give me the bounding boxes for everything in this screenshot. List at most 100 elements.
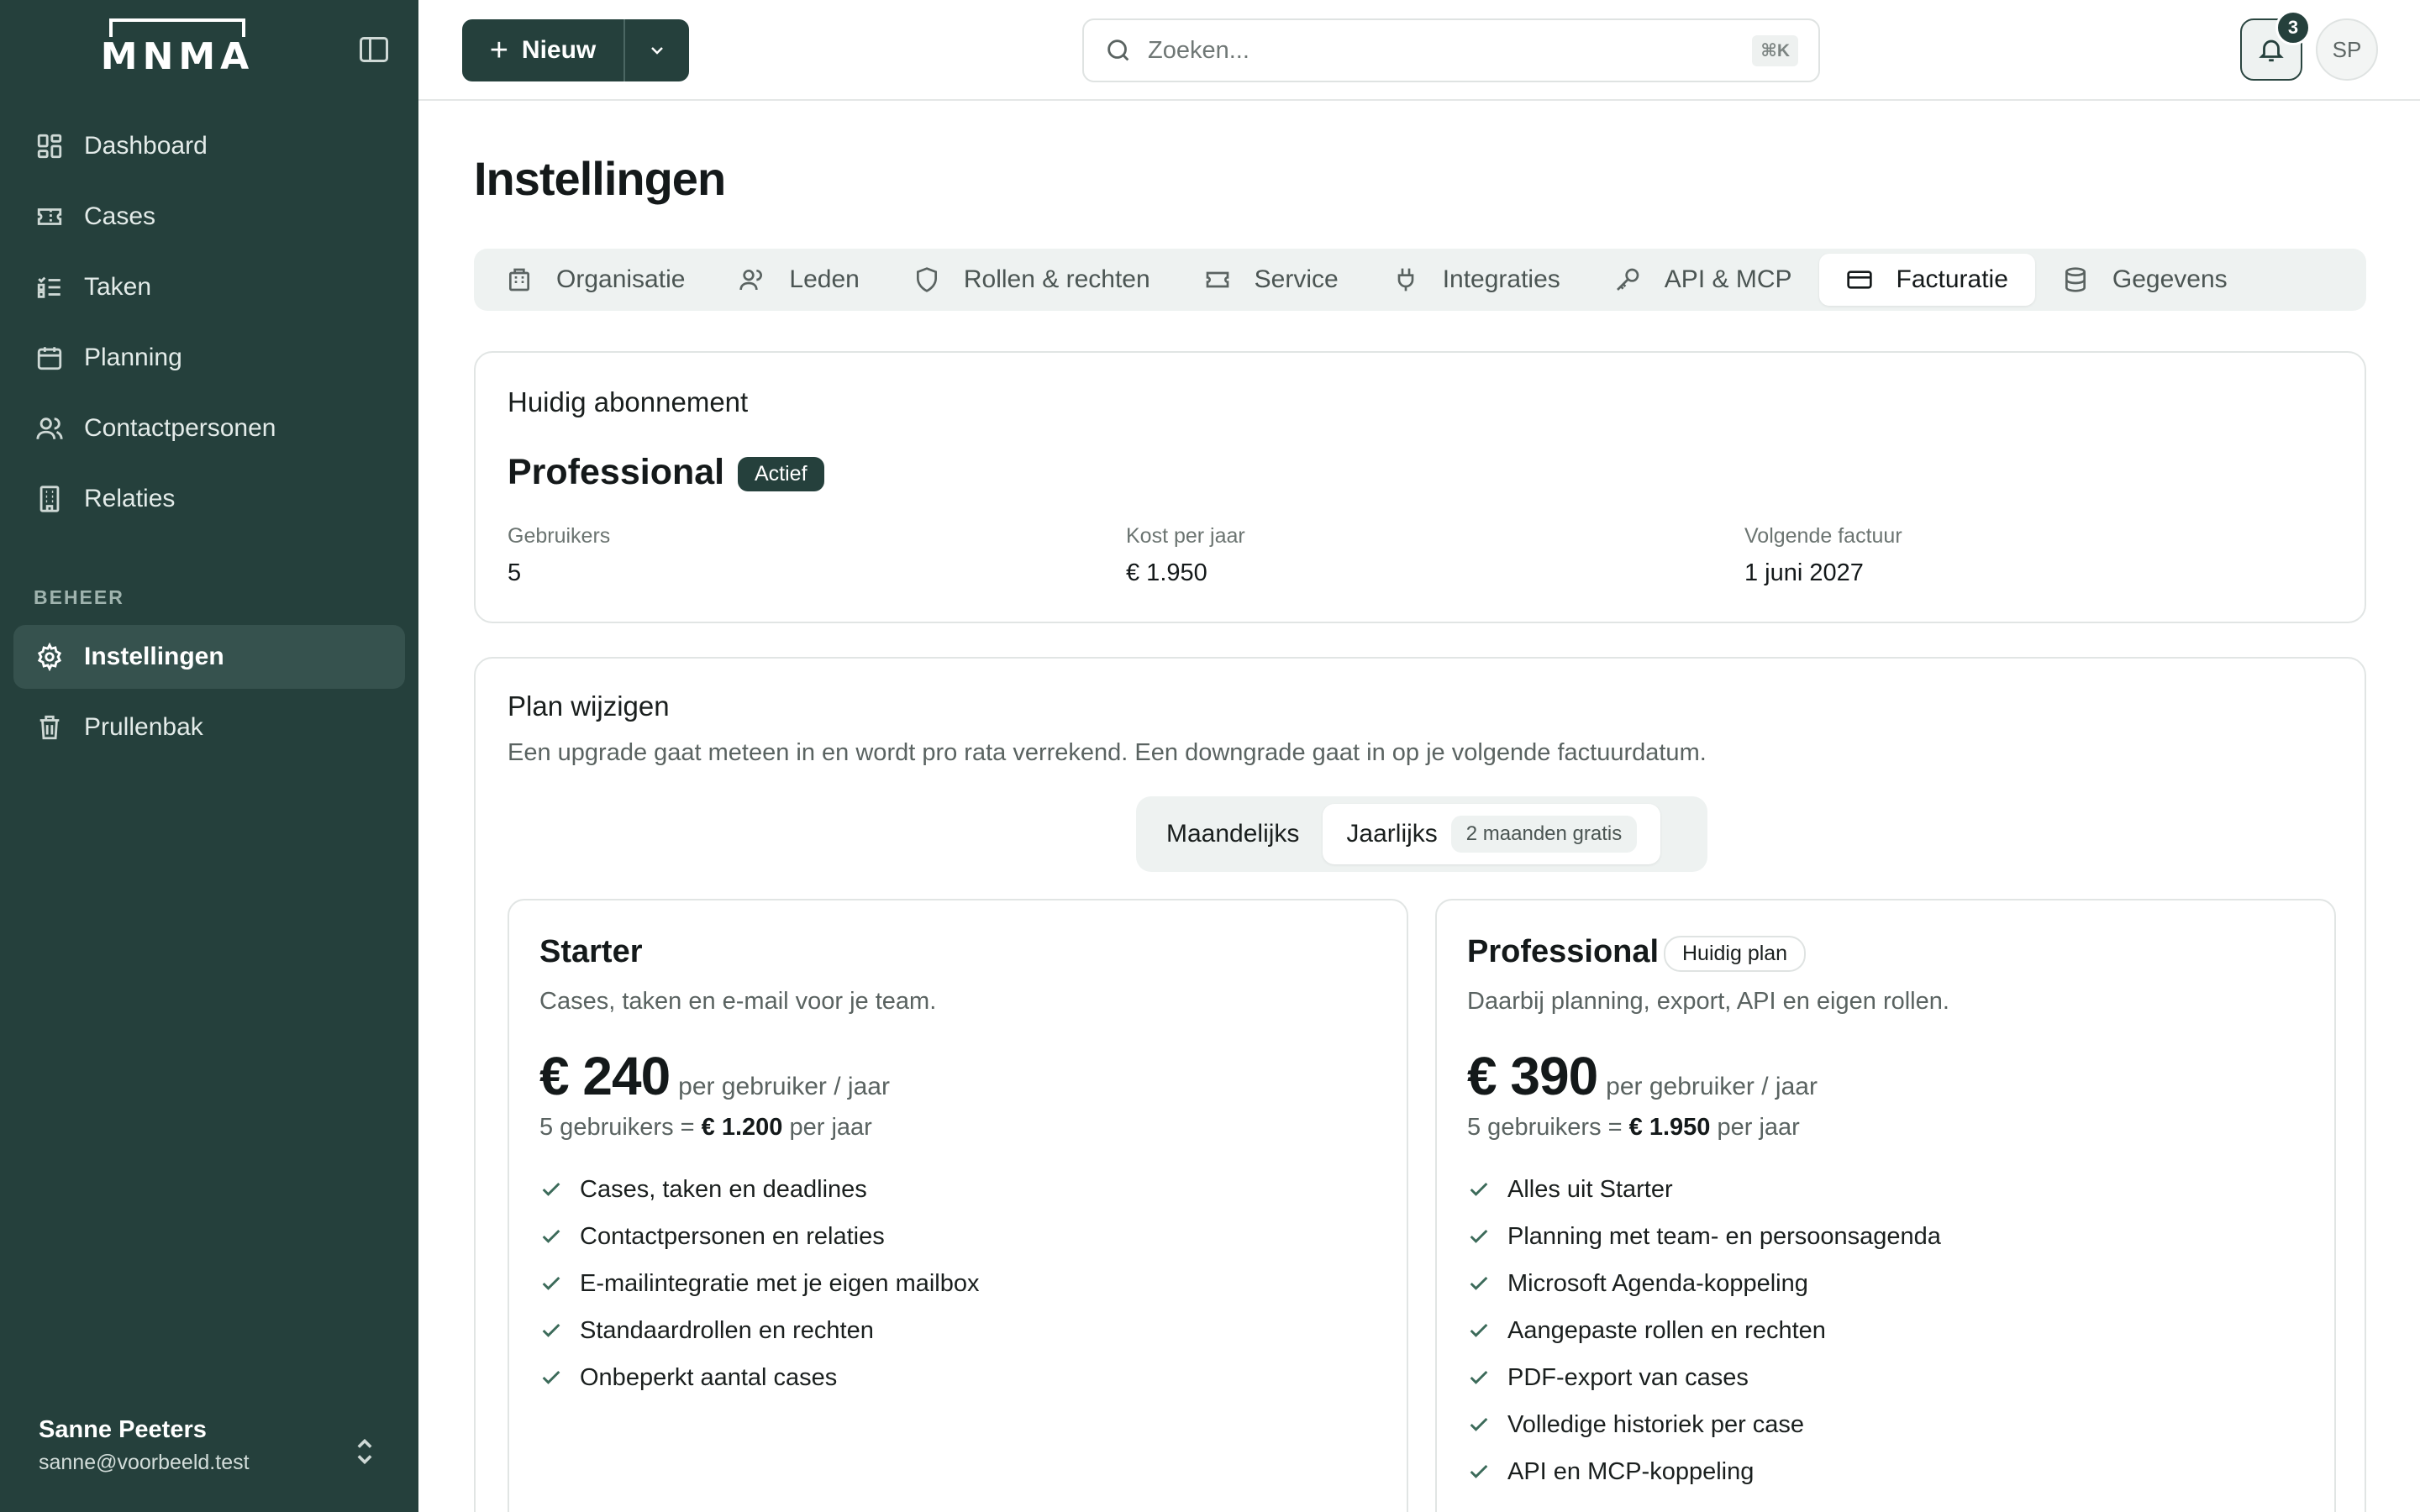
- yearly-discount-badge: 2 maanden gratis: [1450, 816, 1638, 853]
- tab-api-mcp[interactable]: API & MCP: [1587, 254, 1819, 306]
- plan-total: 5 gebruikers = € 1.950 per jaar: [1467, 1114, 1800, 1142]
- sidebar-item-label: Cases: [84, 202, 156, 230]
- sidebar-item-taken[interactable]: Taken: [13, 255, 405, 319]
- plan-total-amount: € 1.950: [1628, 1114, 1711, 1141]
- check-icon: [542, 1182, 560, 1196]
- calendar-icon: [37, 347, 62, 370]
- plan-total-prefix: 5 gebruikers =: [539, 1114, 695, 1141]
- new-button-label: Nieuw: [521, 36, 597, 64]
- plan-price: € 390 per gebruiker / jaar: [1467, 1045, 1818, 1107]
- list-item: Contactpersonen en relaties: [539, 1213, 980, 1260]
- list-item: API en MCP-koppeling: [1467, 1448, 1941, 1495]
- plan-price-amount: € 390: [1467, 1046, 1598, 1106]
- sidebar-item-label: Taken: [84, 273, 152, 301]
- main-nav: Dashboard Cases Taken Planning Contactpe…: [13, 114, 405, 538]
- tab-leden[interactable]: Leden: [712, 254, 886, 306]
- tab-label: API & MCP: [1664, 265, 1792, 293]
- feature-label: PDF-export van cases: [1507, 1363, 1749, 1391]
- toggle-yearly[interactable]: Jaarlijks 2 maanden gratis: [1323, 804, 1661, 864]
- check-icon: [1470, 1464, 1488, 1478]
- building-icon: [509, 268, 529, 291]
- plan-price: € 240 per gebruiker / jaar: [539, 1045, 890, 1107]
- list-item: Volledige historiek per case: [1467, 1401, 1941, 1448]
- check-icon: [542, 1229, 560, 1243]
- list-item: E-mailintegratie met je eigen mailbox: [539, 1260, 980, 1307]
- check-icon: [1470, 1276, 1488, 1290]
- check-icon: [1470, 1323, 1488, 1337]
- plan-card-starter[interactable]: Starter Cases, taken en e-mail voor je t…: [508, 899, 1408, 1512]
- tab-facturatie[interactable]: Facturatie: [1818, 254, 2035, 306]
- sidebar-item-planning[interactable]: Planning: [13, 326, 405, 390]
- new-dropdown-button[interactable]: [625, 19, 689, 81]
- user-menu[interactable]: Sanne Peeters sanne@voorbeeld.test: [39, 1416, 250, 1475]
- sidebar-item-prullenbak[interactable]: Prullenbak: [13, 696, 405, 759]
- plan-total-suffix: per jaar: [1717, 1114, 1800, 1141]
- gear-icon: [37, 643, 62, 671]
- stat-value-users: 5: [508, 559, 522, 586]
- sidebar-item-dashboard[interactable]: Dashboard: [13, 114, 405, 178]
- sidebar-item-label: Planning: [84, 344, 182, 371]
- new-button[interactable]: + Nieuw: [462, 19, 625, 81]
- check-icon: [542, 1276, 560, 1290]
- stat-value-next-invoice: 1 juni 2027: [1744, 559, 1864, 586]
- tab-rollen-rechten[interactable]: Rollen & rechten: [886, 254, 1177, 306]
- sidebar-item-label: Relaties: [84, 485, 176, 512]
- check-icon: [1470, 1370, 1488, 1384]
- feature-label: E-mailintegratie met je eigen mailbox: [580, 1269, 980, 1297]
- feature-label: Volledige historiek per case: [1507, 1410, 1805, 1438]
- sidebar-item-cases[interactable]: Cases: [13, 185, 405, 249]
- list-item: Cases, taken en deadlines: [539, 1166, 980, 1213]
- feature-label: Alles uit Starter: [1507, 1175, 1673, 1203]
- tab-service[interactable]: Service: [1177, 254, 1365, 306]
- sidebar-item-instellingen[interactable]: Instellingen: [13, 625, 405, 689]
- database-icon: [2065, 267, 2086, 292]
- users-icon: [739, 270, 763, 291]
- sidebar-item-label: Instellingen: [84, 643, 224, 670]
- tab-label: Leden: [789, 265, 860, 293]
- chevron-down-icon: [651, 47, 663, 55]
- trash-icon: [39, 715, 60, 740]
- change-plan-card: Plan wijzigen Een upgrade gaat meteen in…: [474, 657, 2366, 1512]
- shield-icon: [916, 267, 937, 292]
- settings-tabs: Organisatie Leden Rollen & rechten Servi…: [474, 249, 2366, 311]
- building-icon: [39, 486, 60, 512]
- tab-gegevens[interactable]: Gegevens: [2035, 254, 2254, 306]
- list-item: Planning met team- en persoonsagenda: [1467, 1213, 1941, 1260]
- user-email: sanne@voorbeeld.test: [39, 1451, 250, 1474]
- current-plan-badge: Huidig plan: [1664, 936, 1807, 972]
- plan-total-suffix: per jaar: [789, 1114, 872, 1141]
- sidebar-toggle-icon[interactable]: [360, 37, 388, 62]
- chevron-up-down-icon[interactable]: [353, 1436, 376, 1467]
- tab-organisatie[interactable]: Organisatie: [479, 254, 712, 306]
- new-button-group: + Nieuw: [462, 19, 689, 81]
- feature-label: API en MCP-koppeling: [1507, 1457, 1754, 1485]
- stat-label-cost: Kost per jaar: [1126, 524, 1245, 548]
- list-item: Onbeperkt aantal cases: [539, 1354, 980, 1401]
- avatar[interactable]: SP: [2316, 18, 2378, 81]
- sidebar-item-contactpersonen[interactable]: Contactpersonen: [13, 396, 405, 460]
- current-plan-name: Professional: [508, 452, 725, 492]
- plan-price-unit: per gebruiker / jaar: [1606, 1073, 1818, 1100]
- app-logo[interactable]: MNMA: [100, 18, 255, 82]
- feature-label: Onbeperkt aantal cases: [580, 1363, 838, 1391]
- toggle-monthly[interactable]: Maandelijks: [1143, 804, 1323, 864]
- tab-label: Service: [1254, 265, 1339, 293]
- plan-feature-list: Cases, taken en deadlines Contactpersone…: [539, 1166, 980, 1401]
- tab-integraties[interactable]: Integraties: [1365, 254, 1587, 306]
- check-icon: [1470, 1417, 1488, 1431]
- stat-value-cost: € 1.950: [1126, 559, 1207, 586]
- plan-feature-list: Alles uit Starter Planning met team- en …: [1467, 1166, 1941, 1495]
- change-plan-subtitle: Een upgrade gaat meteen in en wordt pro …: [508, 739, 1707, 766]
- page-title: Instellingen: [474, 152, 726, 205]
- current-subscription-card: Huidig abonnement Professional Actief Ge…: [474, 351, 2366, 623]
- list-item: Microsoft Agenda-koppeling: [1467, 1260, 1941, 1307]
- tab-label: Facturatie: [1896, 265, 2008, 293]
- ticket-icon: [37, 208, 62, 225]
- plan-card-professional[interactable]: Professional Huidig plan Daarbij plannin…: [1435, 899, 2336, 1512]
- sidebar-item-relaties[interactable]: Relaties: [13, 467, 405, 531]
- list-item: Aangepaste rollen en rechten: [1467, 1307, 1941, 1354]
- search-input[interactable]: [1148, 36, 1753, 65]
- search-box[interactable]: ⌘K: [1082, 18, 1820, 82]
- notification-count-badge: 3: [2275, 10, 2311, 45]
- tab-label: Integraties: [1442, 265, 1560, 293]
